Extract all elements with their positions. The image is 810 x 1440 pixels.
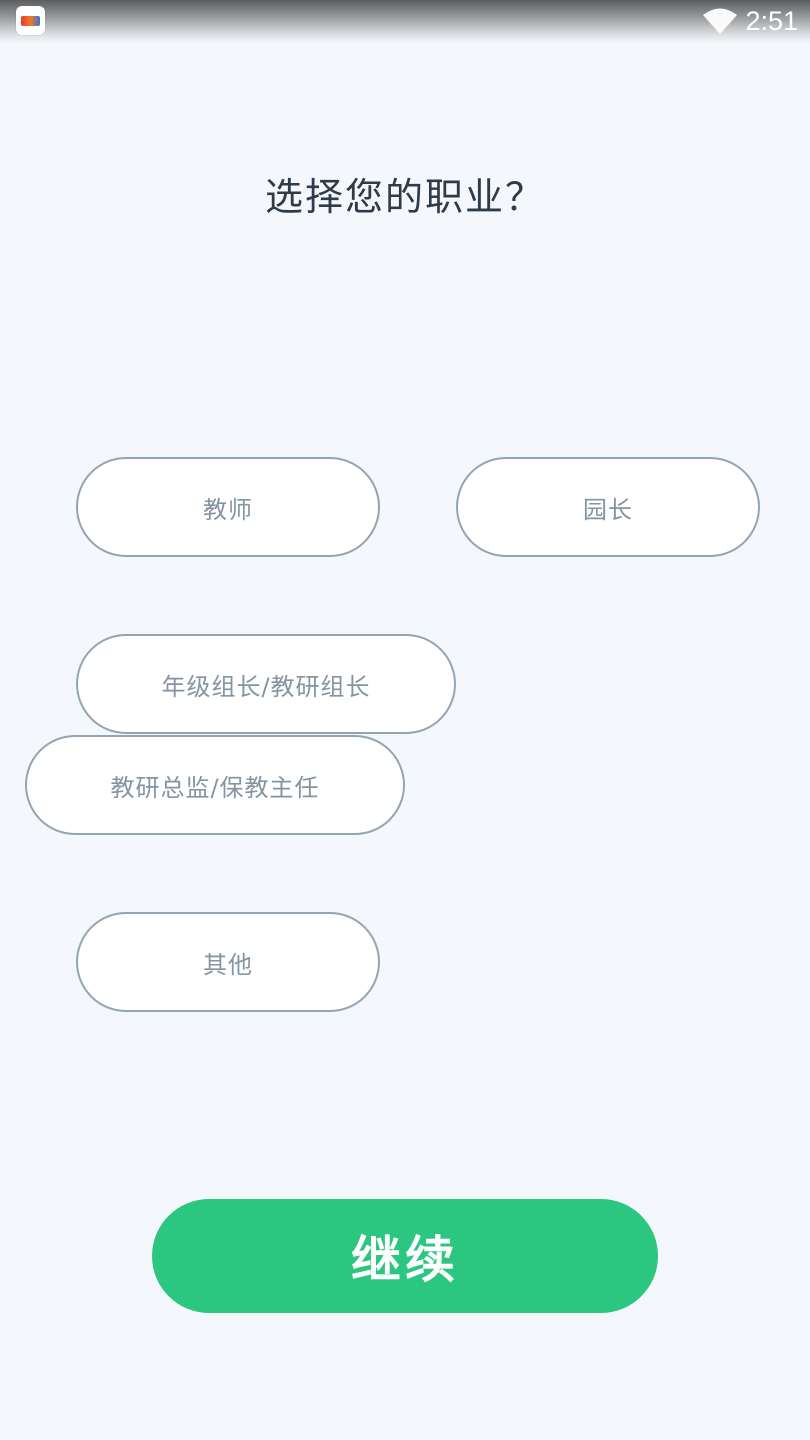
option-label: 园长 xyxy=(583,495,633,524)
option-label: 教师 xyxy=(203,495,253,524)
option-label: 年级组长/教研组长 xyxy=(161,672,371,701)
option-label: 教研总监/保教主任 xyxy=(110,773,320,802)
page-title: 选择您的职业？ xyxy=(264,175,545,219)
option-research-director[interactable]: 教研总监/保教主任 xyxy=(25,735,405,835)
wifi-icon xyxy=(703,8,737,34)
app-logo-mark xyxy=(21,15,40,26)
status-bar: 2:51 xyxy=(0,0,810,44)
continue-button[interactable]: 继续 xyxy=(152,1199,658,1313)
continue-button-label: 继续 xyxy=(351,1231,459,1289)
option-label: 其他 xyxy=(203,950,253,979)
option-grade-leader[interactable]: 年级组长/教研组长 xyxy=(76,634,456,734)
status-time: 2:51 xyxy=(745,6,798,36)
option-principal[interactable]: 园长 xyxy=(456,457,760,557)
app-icon xyxy=(16,6,45,35)
option-teacher[interactable]: 教师 xyxy=(76,457,380,557)
option-other[interactable]: 其他 xyxy=(76,912,380,1012)
